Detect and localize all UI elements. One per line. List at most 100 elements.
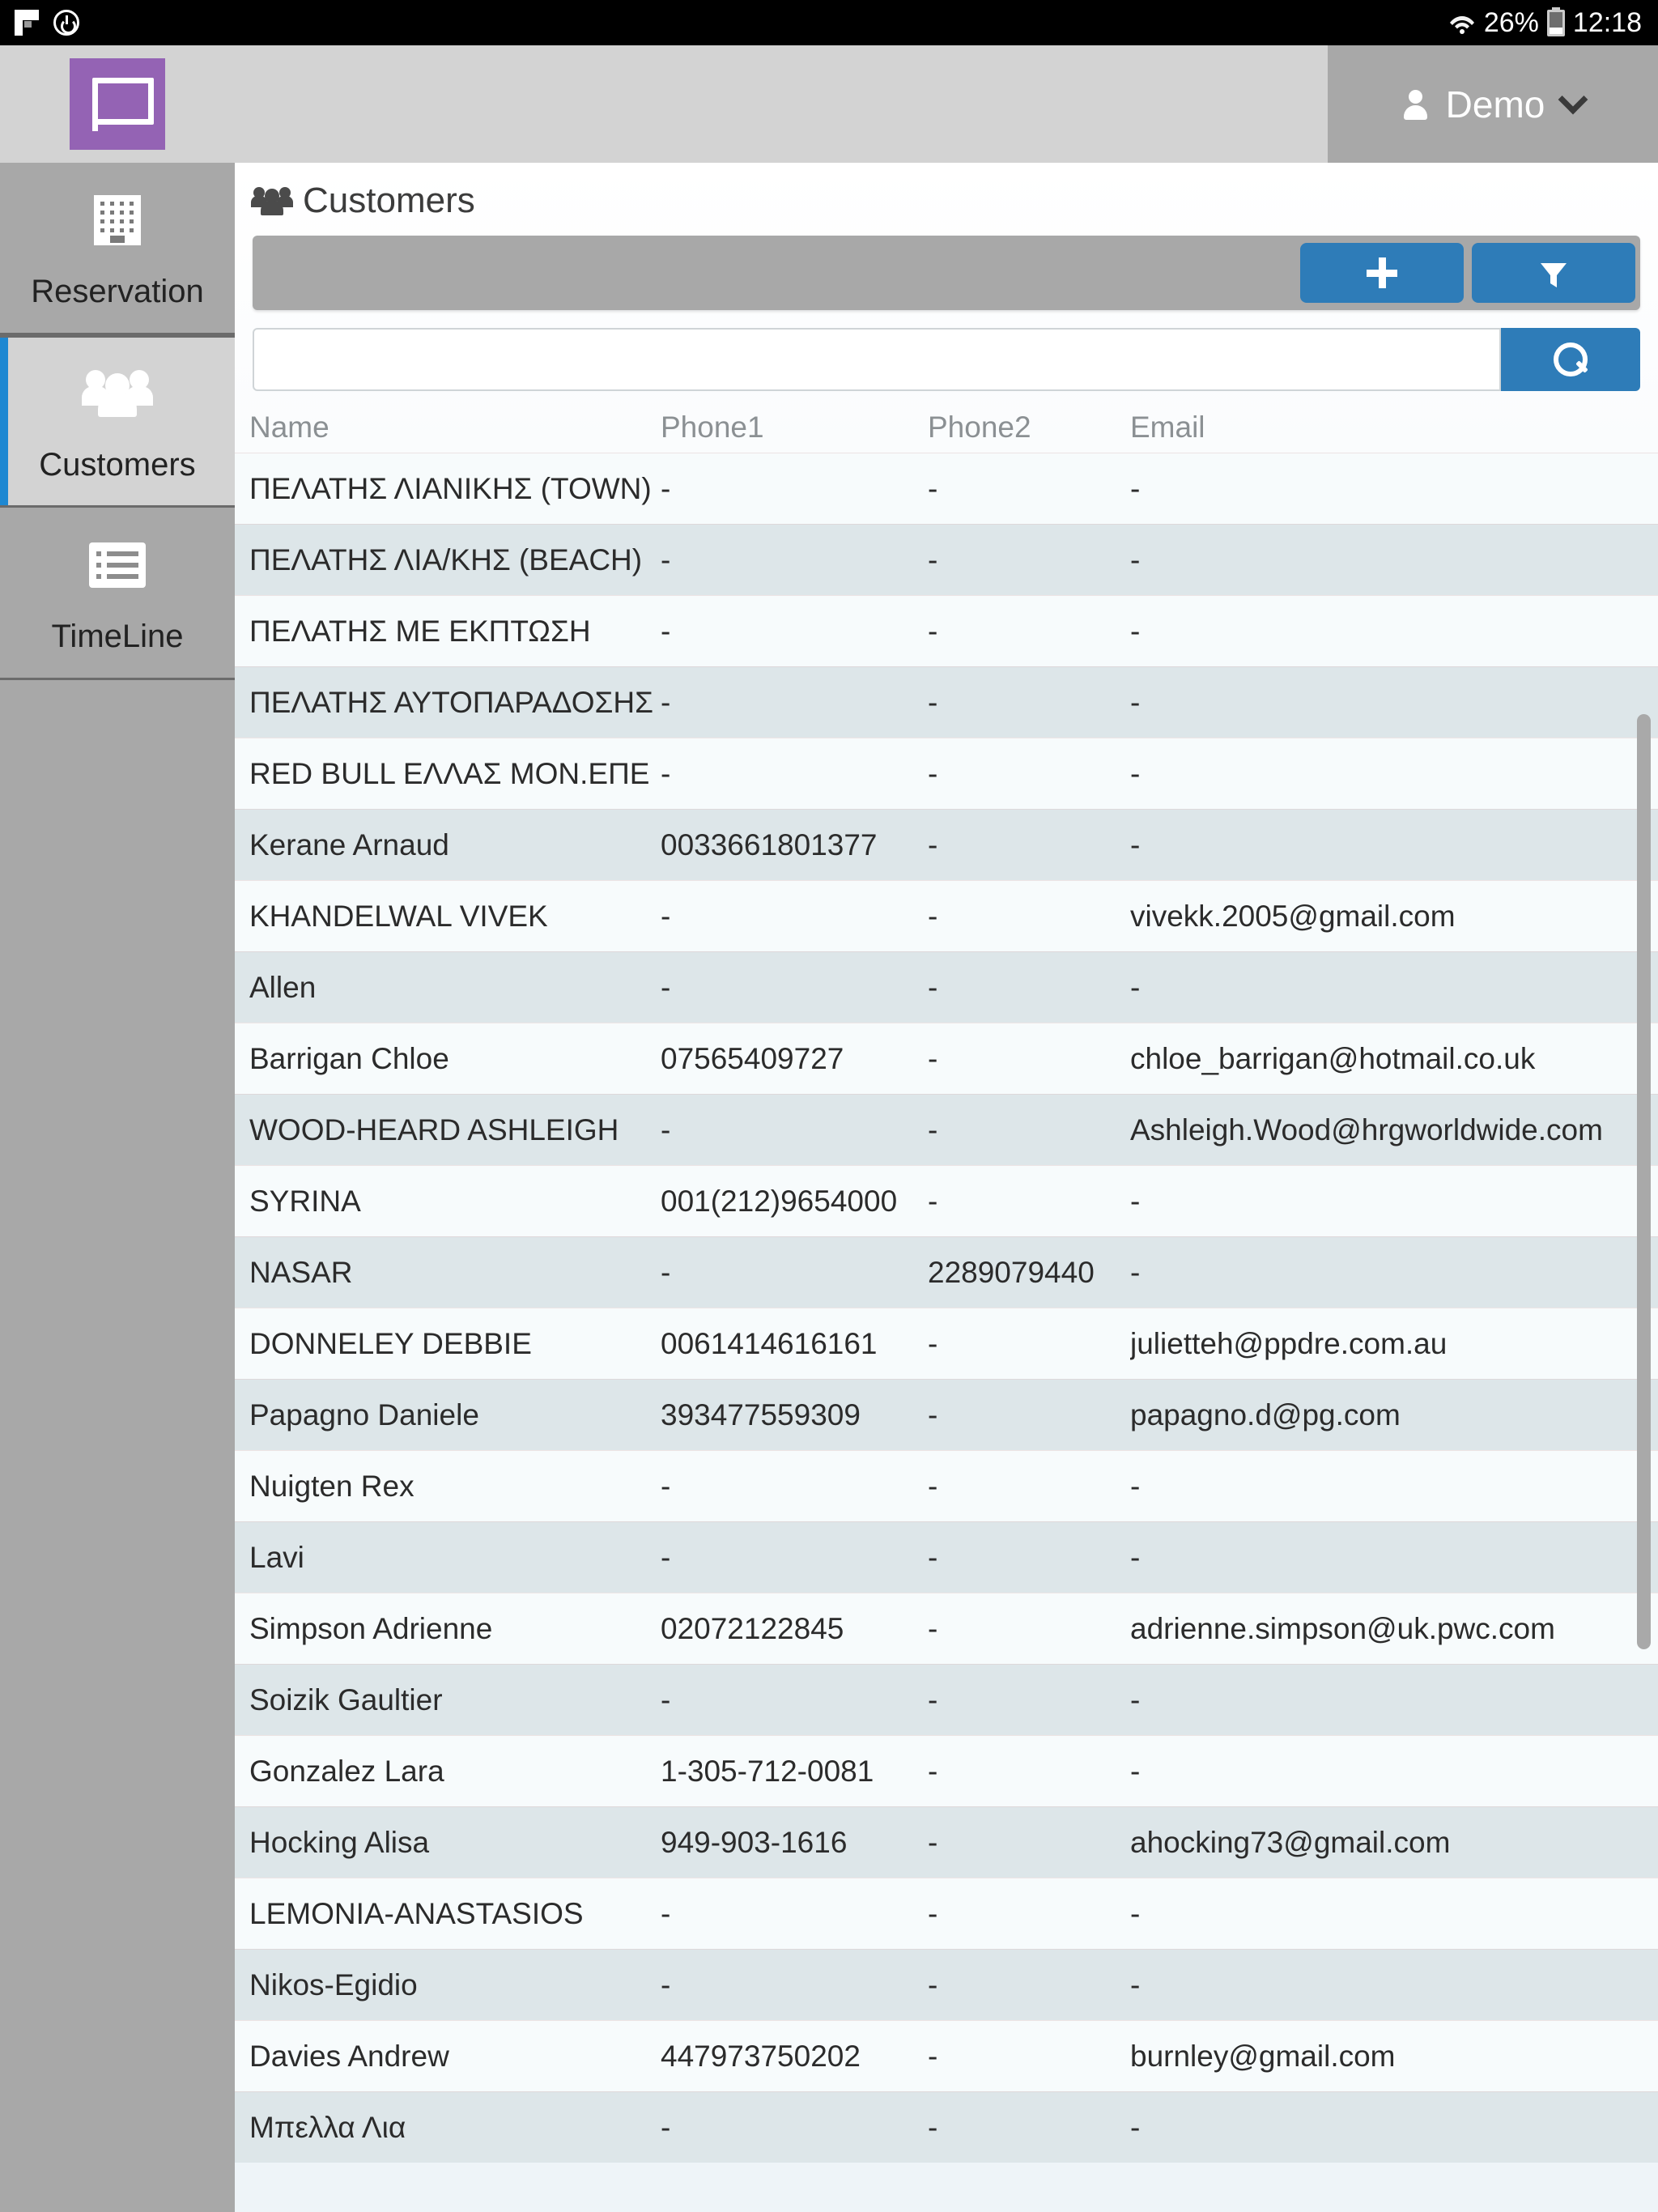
column-header-phone2: Phone2 bbox=[928, 410, 1031, 444]
cell-email: - bbox=[1130, 1967, 1141, 2001]
column-header-phone1: Phone1 bbox=[661, 410, 764, 444]
table-row[interactable]: WOOD-HEARD ASHLEIGH - - Ashleigh.Wood@hrgwo… bbox=[235, 1094, 1658, 1165]
table-row[interactable]: DONNELEY DEBBIE 0061414616161 - julietteh@p… bbox=[235, 1308, 1658, 1379]
cell-email: - bbox=[1130, 756, 1141, 790]
cell-phone1: 447973750202 bbox=[661, 2039, 861, 2073]
cell-phone1: 0061414616161 bbox=[661, 1326, 878, 1360]
table-row[interactable]: ΠΕΛΑΤΗΣ ΛΙΑΝΙΚΗΣ (TOWN) - - - bbox=[235, 453, 1658, 524]
user-menu-button[interactable]: Demo bbox=[1328, 45, 1658, 163]
cell-phone1: - bbox=[661, 2110, 671, 2144]
sidebar-item-timeline[interactable]: TimeLine bbox=[0, 508, 235, 680]
cell-name: Papagno Daniele bbox=[249, 1397, 479, 1431]
sidebar-item-label: Customers bbox=[39, 447, 196, 483]
sidebar-item-customers[interactable]: Customers bbox=[0, 335, 235, 508]
cell-phone1: - bbox=[661, 1469, 671, 1503]
cell-phone1: 393477559309 bbox=[661, 1397, 861, 1431]
cell-name: Allen bbox=[249, 970, 317, 1004]
cell-email: - bbox=[1130, 1255, 1141, 1289]
user-avatar-icon bbox=[1402, 88, 1428, 121]
cell-email: - bbox=[1130, 970, 1141, 1004]
customers-table: Name Phone1 Phone2 Email ΠΕΛΑΤΗΣ ΛΙΑΝΙΚΗ… bbox=[235, 402, 1658, 2163]
cell-phone2: - bbox=[928, 827, 938, 861]
table-row[interactable]: Barrigan Chloe 07565409727 - chloe_barrigan… bbox=[235, 1023, 1658, 1094]
cell-name: DONNELEY DEBBIE bbox=[249, 1326, 532, 1360]
sidebar-item-label: Reservation bbox=[31, 273, 204, 309]
table-header-row: Name Phone1 Phone2 Email bbox=[235, 402, 1658, 453]
cell-phone1: - bbox=[661, 1967, 671, 2001]
cell-phone1: - bbox=[661, 1540, 671, 1574]
cell-email: - bbox=[1130, 1896, 1141, 1930]
cell-phone1: - bbox=[661, 685, 671, 719]
app-bar-spacer bbox=[235, 45, 1328, 163]
table-row[interactable]: Davies Andrew 447973750202 - burnley@gmail.… bbox=[235, 2020, 1658, 2091]
cell-phone1: - bbox=[661, 970, 671, 1004]
filter-button[interactable] bbox=[1472, 243, 1635, 303]
table-row[interactable]: Allen - - - bbox=[235, 951, 1658, 1023]
table-row[interactable]: ΠΕΛΑΤΗΣ ΛΙΑ/ΚΗΣ (BEACH) - - - bbox=[235, 524, 1658, 595]
clock-label: 12:18 bbox=[1572, 6, 1642, 38]
people-icon bbox=[251, 186, 293, 215]
cell-phone2: - bbox=[928, 1469, 938, 1503]
search-input[interactable] bbox=[253, 328, 1501, 391]
table-row[interactable]: KHANDELWAL VIVEK - - vivekk.2005@gmail.com bbox=[235, 880, 1658, 951]
cell-name: Simpson Adrienne bbox=[249, 1611, 493, 1645]
cell-phone1: - bbox=[661, 614, 671, 648]
android-status-bar: 26% 12:18 bbox=[0, 0, 1658, 45]
cell-email: - bbox=[1130, 827, 1141, 861]
cell-email: papagno.d@pg.com bbox=[1130, 1397, 1401, 1431]
page-title: Customers bbox=[235, 163, 1658, 229]
table-row[interactable]: Papagno Daniele 393477559309 - papagno.d@pg… bbox=[235, 1379, 1658, 1450]
cell-name: RED BULL ΕΛΛΑΣ ΜΟΝ.ΕΠΕ bbox=[249, 756, 650, 790]
status-right-icons: 26% 12:18 bbox=[1448, 6, 1658, 39]
cell-email: - bbox=[1130, 1469, 1141, 1503]
cell-phone1: - bbox=[661, 1255, 671, 1289]
cell-email: - bbox=[1130, 614, 1141, 648]
add-customer-button[interactable] bbox=[1300, 243, 1464, 303]
table-row[interactable]: Nuigten Rex - - - bbox=[235, 1450, 1658, 1521]
table-row[interactable]: ΠΕΛΑΤΗΣ ΜΕ ΕΚΠΤΩΣΗ - - - bbox=[235, 595, 1658, 666]
page-title-label: Customers bbox=[303, 181, 475, 220]
sidebar-item-reservation[interactable]: Reservation bbox=[0, 163, 235, 335]
table-row[interactable]: Soizik Gaultier - - - bbox=[235, 1664, 1658, 1735]
table-row[interactable]: Hocking Alisa 949-903-1616 - ahocking73@gma… bbox=[235, 1806, 1658, 1878]
table-row[interactable]: SYRINA 001(212)9654000- - bbox=[235, 1165, 1658, 1236]
cell-name: Nikos-Egidio bbox=[249, 1967, 418, 2001]
cell-name: Hocking Alisa bbox=[249, 1825, 430, 1859]
sidebar-nav: Reservation Customers TimeLine bbox=[0, 163, 235, 2212]
cell-email: adrienne.simpson@uk.pwc.com bbox=[1130, 1611, 1555, 1645]
list-icon bbox=[81, 531, 154, 599]
cell-phone2: - bbox=[928, 1184, 938, 1218]
table-row[interactable]: Nikos-Egidio - - - bbox=[235, 1949, 1658, 2020]
table-row[interactable]: LEMONIA-ANASTASIOS - - - bbox=[235, 1878, 1658, 1949]
cell-phone2: - bbox=[928, 1326, 938, 1360]
vertical-scrollbar[interactable] bbox=[1637, 714, 1651, 1649]
table-row[interactable]: Lavi - - - bbox=[235, 1521, 1658, 1593]
table-row[interactable]: Μπελλα Λια - - - bbox=[235, 2091, 1658, 2163]
table-row[interactable]: Gonzalez Lara 1-305-712-0081 - - bbox=[235, 1735, 1658, 1806]
cell-name: WOOD-HEARD ASHLEIGH bbox=[249, 1112, 619, 1146]
table-row[interactable]: Kerane Arnaud 0033661801377 - - bbox=[235, 809, 1658, 880]
cell-name: KHANDELWAL VIVEK bbox=[249, 899, 548, 933]
cell-email: - bbox=[1130, 685, 1141, 719]
cell-phone2: - bbox=[928, 1611, 938, 1645]
cell-phone1: - bbox=[661, 471, 671, 505]
search-row bbox=[253, 328, 1640, 391]
app-logo bbox=[70, 58, 165, 150]
table-row[interactable]: NASAR - 2289079440 - bbox=[235, 1236, 1658, 1308]
cell-phone1: 949-903-1616 bbox=[661, 1825, 848, 1859]
table-row[interactable]: Simpson Adrienne 02072122845 - adrienne.sim… bbox=[235, 1593, 1658, 1664]
cell-name: Μπελλα Λια bbox=[249, 2110, 406, 2144]
cell-phone2: - bbox=[928, 1540, 938, 1574]
search-button[interactable] bbox=[1501, 328, 1640, 391]
status-left-icons bbox=[0, 10, 79, 36]
power-sync-icon bbox=[53, 10, 79, 36]
cell-name: Soizik Gaultier bbox=[249, 1682, 443, 1716]
cell-phone1: - bbox=[661, 542, 671, 576]
speech-bubble-icon bbox=[92, 77, 154, 131]
building-icon bbox=[81, 186, 154, 254]
table-row[interactable]: RED BULL ΕΛΛΑΣ ΜΟΝ.ΕΠΕ - - - bbox=[235, 738, 1658, 809]
cell-phone2: - bbox=[928, 1825, 938, 1859]
cell-phone1: 02072122845 bbox=[661, 1611, 844, 1645]
cell-phone1: - bbox=[661, 1896, 671, 1930]
table-row[interactable]: ΠΕΛΑΤΗΣ ΑΥΤΟΠΑΡΑΔΟΣΗΣ - - - bbox=[235, 666, 1658, 738]
